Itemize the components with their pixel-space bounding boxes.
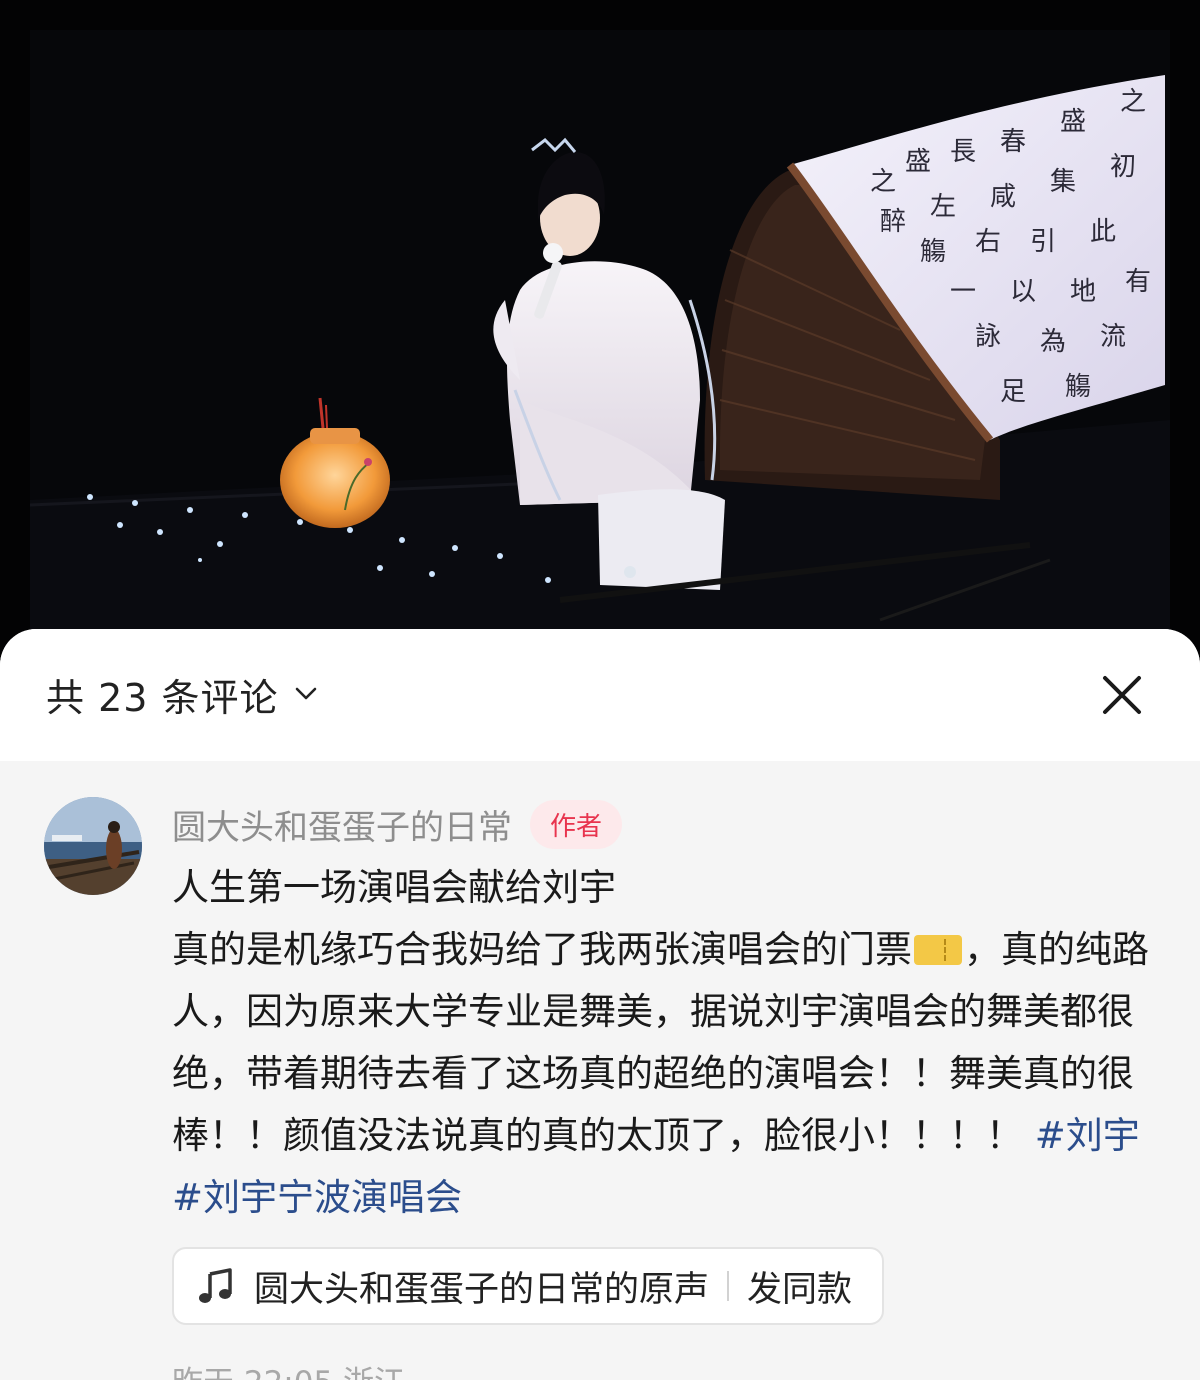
- svg-text:為: 為: [1040, 327, 1066, 357]
- svg-text:有: 有: [1125, 267, 1151, 297]
- comment-count-dropdown[interactable]: 共 23 条评论: [46, 669, 317, 720]
- svg-text:一: 一: [950, 277, 976, 307]
- comment-line-2: 真的是机缘巧合我妈给了我两张演唱会的门票: [172, 928, 912, 971]
- divider: [727, 1271, 730, 1301]
- svg-text:之: 之: [1120, 87, 1146, 117]
- comment-line-1: 人生第一场演唱会献给刘宇: [172, 866, 616, 909]
- svg-text:地: 地: [1070, 277, 1096, 307]
- svg-text:詠: 詠: [975, 322, 1001, 352]
- svg-text:此: 此: [1090, 217, 1116, 247]
- svg-text:觴: 觴: [1065, 372, 1091, 402]
- comment-body: 人生第一场演唱会献给刘宇 真的是机缘巧合我妈给了我两张演唱会的门票 ，真的纯路人，…: [172, 857, 1162, 1229]
- comment-meta: 昨天 22:05 浙江: [172, 1357, 405, 1380]
- svg-text:盛: 盛: [1060, 107, 1086, 137]
- comment-item: 圆大头和蛋蛋子的日常 作者 人生第一场演唱会献给刘宇 真的是机缘巧合我妈给了我两…: [0, 761, 1200, 1380]
- use-sound-button[interactable]: 发同款: [747, 1261, 852, 1312]
- comment-sheet-header: 共 23 条评论: [0, 629, 1200, 761]
- comment-paragraph: 真的是机缘巧合我妈给了我两张演唱会的门票 ，真的纯路人，因为原来大学专业是舞美，据…: [172, 919, 1162, 1229]
- svg-text:觴: 觴: [920, 237, 946, 267]
- close-icon: [1103, 676, 1141, 714]
- music-note-icon: [199, 1268, 232, 1303]
- svg-text:以: 以: [1010, 277, 1036, 307]
- svg-text:長: 長: [950, 137, 976, 167]
- svg-text:集: 集: [1050, 167, 1076, 197]
- original-sound-link[interactable]: 圆大头和蛋蛋子的日常的原声 发同款: [172, 1247, 885, 1325]
- author-row: 圆大头和蛋蛋子的日常 作者: [172, 797, 623, 851]
- author-badge: 作者: [530, 799, 623, 849]
- concert-stage-image: 之盛 長春 盛之 醉左 咸集 初 觴右 引此 一以 地有 詠為 流足 觴: [0, 0, 1200, 660]
- ticket-emoji-icon: [914, 935, 962, 965]
- svg-text:咸: 咸: [990, 182, 1016, 212]
- sound-name: 圆大头和蛋蛋子的日常的原声: [254, 1269, 710, 1310]
- author-name[interactable]: 圆大头和蛋蛋子的日常: [172, 800, 512, 849]
- chevron-down-icon: [295, 687, 316, 700]
- author-avatar[interactable]: [44, 797, 142, 895]
- svg-text:左: 左: [930, 192, 956, 222]
- hashtag-link[interactable]: #刘宇: [1035, 1114, 1140, 1157]
- svg-text:醉: 醉: [880, 207, 906, 237]
- hashtag-link[interactable]: #刘宇宁波演唱会: [172, 1176, 462, 1219]
- svg-text:足: 足: [1000, 377, 1026, 407]
- comment-sheet: 共 23 条评论 圆大头和蛋蛋子的日常 作者 人生第一场演唱会献给刘宇 真的是机…: [0, 629, 1200, 1380]
- svg-text:春: 春: [1000, 127, 1026, 157]
- svg-text:盛: 盛: [905, 147, 931, 177]
- svg-text:引: 引: [1030, 227, 1056, 257]
- avatar-image: [44, 797, 142, 895]
- video-player[interactable]: 之盛 長春 盛之 醉左 咸集 初 觴右 引此 一以 地有 詠為 流足 觴: [0, 0, 1200, 660]
- comment-count-label: 共 23 条评论: [46, 675, 279, 720]
- svg-text:右: 右: [975, 227, 1001, 257]
- svg-text:之: 之: [870, 167, 896, 197]
- close-button[interactable]: [1096, 669, 1148, 721]
- svg-text:初: 初: [1110, 152, 1136, 182]
- svg-text:流: 流: [1100, 322, 1126, 352]
